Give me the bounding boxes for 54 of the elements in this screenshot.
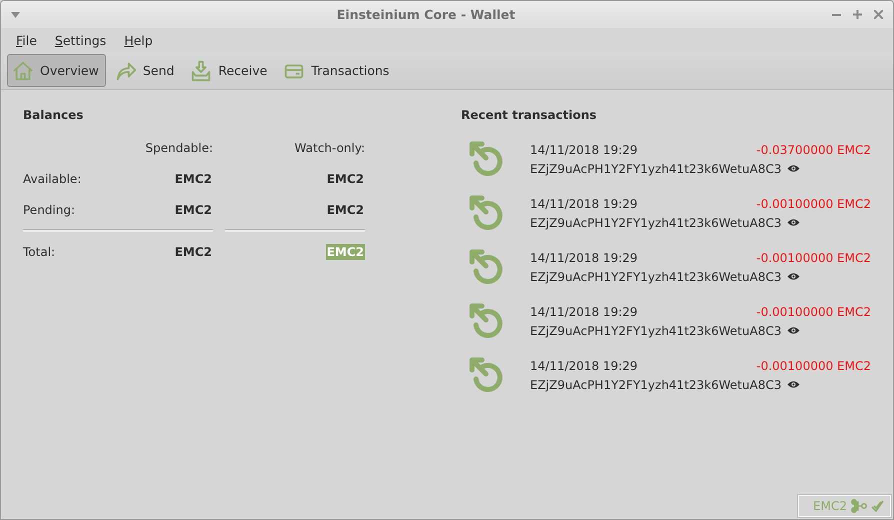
transaction-amount: -0.00100000 EMC2 [756,250,871,264]
inbox-icon [190,60,212,82]
window-title: Einsteinium Core - Wallet [336,7,516,22]
eye-icon [787,272,800,281]
transaction-address: EZjZ9uAcPH1Y2FY1yzh41t23k6WetuA8C3 [530,162,782,176]
balance-amount: EMC2 [326,244,365,260]
eye-icon [787,326,800,335]
outgoing-icon [468,301,504,341]
outgoing-icon [468,247,504,287]
transaction-address: EZjZ9uAcPH1Y2FY1yzh41t23k6WetuA8C3 [530,270,782,284]
outgoing-icon [468,193,504,233]
transaction-address: EZjZ9uAcPH1Y2FY1yzh41t23k6WetuA8C3 [530,378,782,392]
home-icon [12,60,34,82]
menu-item[interactable]: File [9,32,44,48]
transaction-date: 14/11/2018 19:29 [530,358,638,372]
section-title: Balances [23,108,84,122]
transaction-date: 14/11/2018 19:29 [530,142,638,156]
network-icon [851,499,867,513]
toolbar-tab[interactable]: Receive [185,54,274,87]
menu-item[interactable]: Settings [48,32,114,48]
transaction-amount: -0.00100000 EMC2 [756,358,871,372]
transaction-amount: -0.00100000 EMC2 [756,304,871,318]
toolbar-tab[interactable]: Overview [7,54,106,87]
transaction-amount: -0.00100000 EMC2 [756,196,871,210]
toolbar-tab[interactable]: Transactions [278,54,396,87]
toolbar-tab[interactable]: Send [110,54,182,87]
check-icon [871,500,884,512]
unit-label: EMC2 [813,499,847,513]
balance-amount: EMC2 [174,244,213,260]
transaction-date: 14/11/2018 19:29 [530,250,638,264]
window-menu-icon[interactable] [11,12,20,18]
menu-item[interactable]: Help [117,32,160,48]
column-header: Spendable: [145,140,213,154]
transaction-date: 14/11/2018 19:29 [530,196,638,210]
balance-amount: EMC2 [326,202,365,218]
transaction-address: EZjZ9uAcPH1Y2FY1yzh41t23k6WetuA8C3 [530,216,782,230]
column-header: Watch-only: [294,140,365,154]
eye-icon [787,218,800,227]
balance-amount: EMC2 [326,170,365,186]
transaction-address: EZjZ9uAcPH1Y2FY1yzh41t23k6WetuA8C3 [530,324,782,338]
transaction-date: 14/11/2018 19:29 [530,304,638,318]
outgoing-icon [468,355,504,395]
close-icon[interactable] [874,10,883,19]
section-title: Recent transactions [461,108,598,122]
eye-icon [787,164,800,173]
eye-icon [787,380,800,389]
balance-label: Total: [23,244,56,258]
balance-label: Pending: [23,202,76,216]
maximize-icon[interactable] [853,10,862,19]
balance-amount: EMC2 [174,170,213,186]
balance-label: Available: [23,172,82,186]
outgoing-icon [468,139,504,179]
transaction-amount: -0.03700000 EMC2 [756,142,871,156]
balance-amount: EMC2 [174,202,213,218]
